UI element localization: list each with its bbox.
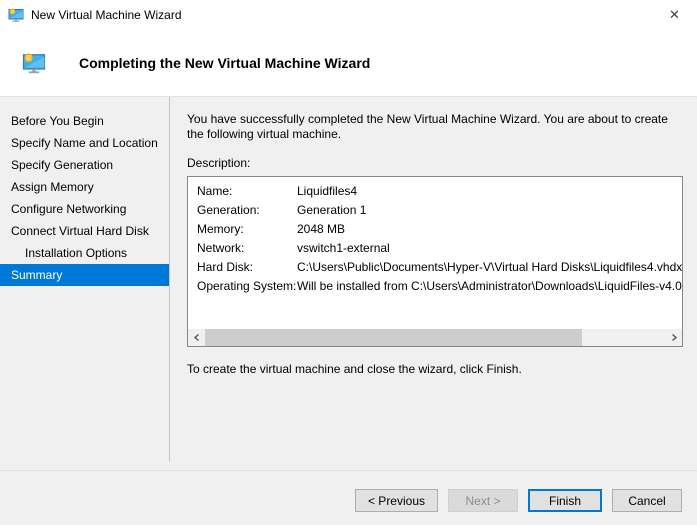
row-value: 2048 MB [297,220,682,239]
scroll-right-icon[interactable] [665,329,682,346]
row-label: Name: [197,182,297,201]
row-label: Operating System: [197,277,297,296]
vm-monitor-icon [8,7,24,23]
horizontal-scrollbar[interactable] [188,329,682,346]
row-value: Generation 1 [297,201,682,220]
vm-summary-list: Name: Liquidfiles4 Generation: Generatio… [188,177,682,296]
window-title: New Virtual Machine Wizard [31,8,182,22]
vm-monitor-icon-large [22,51,46,75]
sidebar-item-summary[interactable]: Summary [0,264,169,286]
wizard-window: New Virtual Machine Wizard ✕ Completing … [0,0,697,525]
previous-button[interactable]: < Previous [355,489,438,512]
next-button: Next > [448,489,518,512]
summary-row-memory: Memory: 2048 MB [197,220,682,239]
sidebar-item-installation-options[interactable]: Installation Options [0,242,169,264]
summary-row-operating-system: Operating System: Will be installed from… [197,277,682,296]
row-label: Network: [197,239,297,258]
finish-button[interactable]: Finish [528,489,602,512]
scroll-left-icon[interactable] [188,329,205,346]
wizard-steps-sidebar: Before You Begin Specify Name and Locati… [0,97,170,462]
vm-description-box: Name: Liquidfiles4 Generation: Generatio… [187,176,683,347]
page-title: Completing the New Virtual Machine Wizar… [79,55,370,71]
cancel-button[interactable]: Cancel [612,489,682,512]
row-value: Liquidfiles4 [297,182,682,201]
row-label: Hard Disk: [197,258,297,277]
summary-page-content: You have successfully completed the New … [170,97,697,470]
wizard-header: Completing the New Virtual Machine Wizar… [0,30,697,97]
row-label: Generation: [197,201,297,220]
sidebar-item-specify-name-and-location[interactable]: Specify Name and Location [0,132,169,154]
sidebar-item-before-you-begin[interactable]: Before You Begin [0,110,169,132]
finish-hint-text: To create the virtual machine and close … [187,362,683,376]
row-value: C:\Users\Public\Documents\Hyper-V\Virtua… [297,258,682,277]
summary-row-name: Name: Liquidfiles4 [197,182,682,201]
sidebar-item-specify-generation[interactable]: Specify Generation [0,154,169,176]
summary-row-network: Network: vswitch1-external [197,239,682,258]
row-value: vswitch1-external [297,239,682,258]
sidebar-item-connect-virtual-hard-disk[interactable]: Connect Virtual Hard Disk [0,220,169,242]
wizard-body: Before You Begin Specify Name and Locati… [0,97,697,470]
description-label: Description: [187,156,683,170]
intro-text: You have successfully completed the New … [187,112,683,142]
close-icon[interactable]: ✕ [652,0,697,30]
sidebar-item-configure-networking[interactable]: Configure Networking [0,198,169,220]
button-bar: < Previous Next > Finish Cancel [0,470,697,525]
row-label: Memory: [197,220,297,239]
row-value: Will be installed from C:\Users\Administ… [297,277,682,296]
summary-row-generation: Generation: Generation 1 [197,201,682,220]
title-bar: New Virtual Machine Wizard ✕ [0,0,697,30]
scrollbar-thumb[interactable] [205,329,582,346]
sidebar-item-assign-memory[interactable]: Assign Memory [0,176,169,198]
summary-row-hard-disk: Hard Disk: C:\Users\Public\Documents\Hyp… [197,258,682,277]
